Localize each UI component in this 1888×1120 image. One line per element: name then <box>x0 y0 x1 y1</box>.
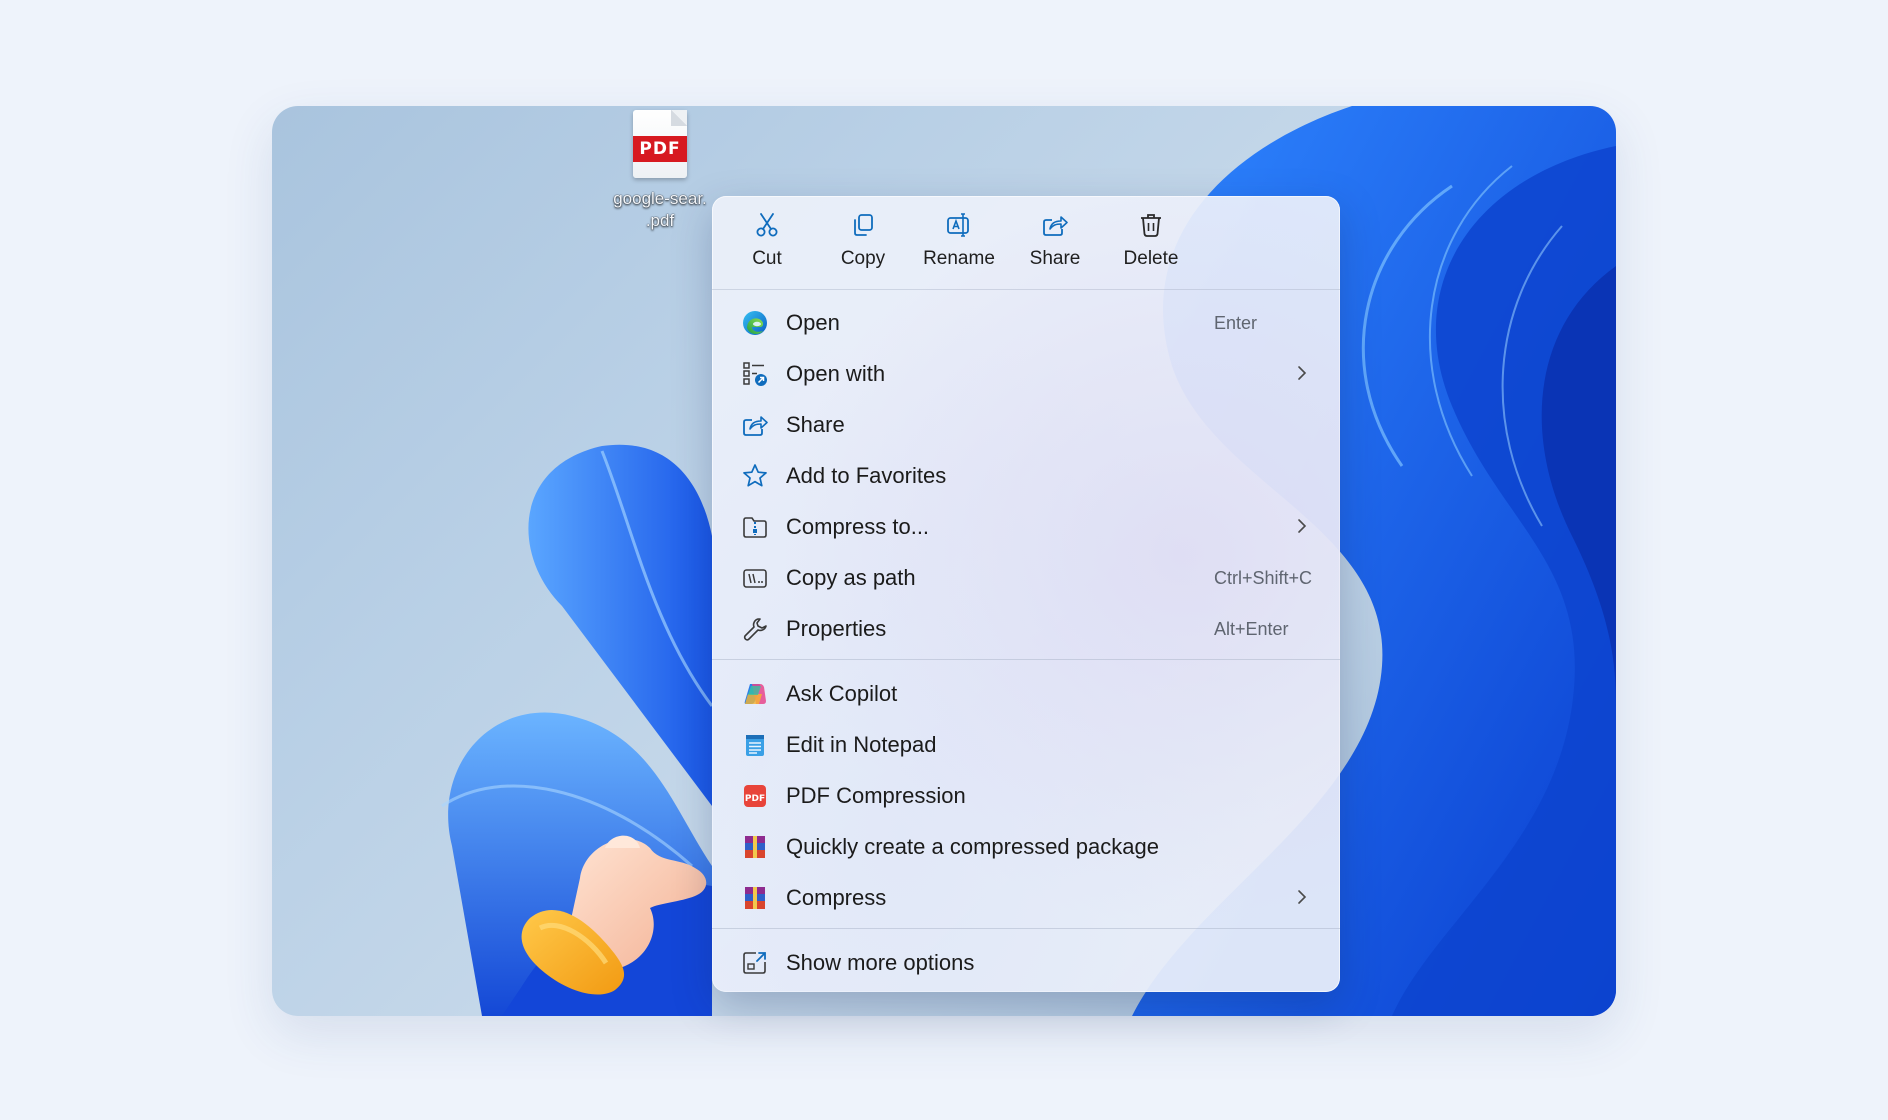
trash-icon <box>1141 214 1161 237</box>
share-icon <box>743 416 768 436</box>
menu-item-open[interactable]: Open Enter <box>718 298 1334 346</box>
copy-as-path-label: Copy as path <box>786 565 916 590</box>
menu-separator <box>712 928 1340 929</box>
path-icon <box>743 569 767 588</box>
properties-shortcut: Alt+Enter <box>1214 619 1289 639</box>
svg-text:PDF: PDF <box>745 794 765 804</box>
show-more-options-label: Show more options <box>786 950 975 975</box>
open-with-icon <box>743 362 767 386</box>
copy-as-path-shortcut: Ctrl+Shift+C <box>1214 568 1313 588</box>
pdf-compression-label: PDF Compression <box>786 783 966 808</box>
delete-label: Delete <box>1123 248 1179 269</box>
menu-item-quick-compressed-package[interactable]: Quickly create a compressed package <box>718 822 1334 870</box>
cut-button[interactable]: Cut <box>722 210 812 280</box>
share-label: Share <box>786 412 845 437</box>
share-icon <box>1043 216 1068 236</box>
star-icon <box>743 464 767 487</box>
pdf-compression-icon: PDF <box>744 785 766 807</box>
copy-icon <box>854 214 873 236</box>
winrar-icon <box>745 836 765 858</box>
menu-item-copy-as-path[interactable]: Copy as path Ctrl+Shift+C <box>718 553 1334 601</box>
desktop-pdf-file[interactable]: PDF google-sear. .pdf <box>600 110 720 232</box>
file-name: google-sear. .pdf <box>600 188 720 232</box>
menu-item-properties[interactable]: Properties Alt+Enter <box>718 604 1334 652</box>
chevron-right-icon <box>1298 519 1307 533</box>
menu-item-open-with[interactable]: Open with <box>718 349 1334 397</box>
compress-label: Compress <box>786 885 887 910</box>
menu-separator <box>712 659 1340 660</box>
scissors-icon <box>756 213 778 237</box>
add-to-favorites-label: Add to Favorites <box>786 463 947 488</box>
pointing-hand-icon <box>521 835 707 995</box>
context-menu: Cut Copy Rename Share Delete Open Enter … <box>712 196 1340 992</box>
chevron-right-icon <box>1298 366 1307 380</box>
rename-label: Rename <box>923 248 995 269</box>
share-quick-button[interactable]: Share <box>1010 210 1100 280</box>
file-name-line1: google-sear. <box>613 189 707 208</box>
menu-item-add-to-favorites[interactable]: Add to Favorites <box>718 451 1334 499</box>
menu-item-pdf-compression[interactable]: PDF PDF Compression <box>718 771 1334 819</box>
pdf-file-icon: PDF <box>633 110 687 178</box>
open-label: Open <box>786 310 840 335</box>
menu-item-show-more-options[interactable]: Show more options <box>718 938 1334 986</box>
file-name-line2: .pdf <box>645 211 675 230</box>
quick-compressed-package-label: Quickly create a compressed package <box>786 834 1159 859</box>
share-quick-label: Share <box>1029 248 1081 269</box>
copy-button[interactable]: Copy <box>818 210 908 280</box>
menu-item-compress[interactable]: Compress <box>718 873 1334 921</box>
more-options-icon <box>743 952 766 974</box>
zip-folder-icon <box>743 517 767 538</box>
rename-icon <box>947 213 969 237</box>
menu-item-share[interactable]: Share <box>718 400 1334 448</box>
open-shortcut: Enter <box>1214 313 1258 333</box>
notepad-icon <box>746 735 764 756</box>
open-with-label: Open with <box>786 361 886 386</box>
pdf-tag: PDF <box>633 136 687 162</box>
properties-label: Properties <box>786 616 887 641</box>
menu-item-edit-in-notepad[interactable]: Edit in Notepad <box>718 720 1334 768</box>
menu-item-ask-copilot[interactable]: Ask Copilot <box>718 669 1334 717</box>
compress-to-label: Compress to... <box>786 514 930 539</box>
edge-icon <box>743 311 767 335</box>
ask-copilot-label: Ask Copilot <box>786 681 898 706</box>
delete-button[interactable]: Delete <box>1106 210 1196 280</box>
copilot-icon <box>744 684 766 704</box>
chevron-right-icon <box>1298 890 1307 904</box>
quick-actions-bar: Cut Copy Rename Share Delete <box>712 196 1340 290</box>
copy-label: Copy <box>840 248 886 269</box>
wrench-icon <box>743 618 767 641</box>
winrar-icon <box>745 887 765 909</box>
cut-label: Cut <box>752 248 782 269</box>
edit-in-notepad-label: Edit in Notepad <box>786 732 937 757</box>
rename-button[interactable]: Rename <box>914 210 1004 280</box>
menu-item-compress-to[interactable]: Compress to... <box>718 502 1334 550</box>
